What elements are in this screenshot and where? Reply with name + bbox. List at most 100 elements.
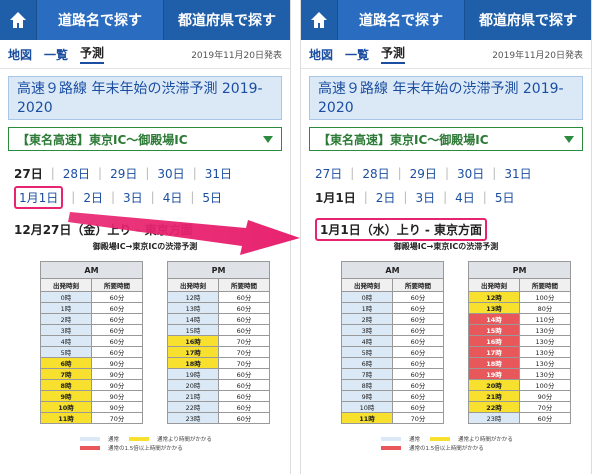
forecast-tables: AM 出発時刻 所要時間 0時 60分 1時 60分 2時 60分 3時 60分 4時 60分 5時 6… — [341, 261, 571, 424]
date-jan1-highlighted[interactable]: 1月1日 — [14, 185, 64, 209]
table-row: 11時 70分 — [40, 412, 143, 424]
depart-hour: 10時 — [40, 401, 92, 413]
dropdown-triangle-icon — [564, 135, 574, 143]
depart-hour: 15時 — [167, 324, 219, 336]
home-icon — [311, 12, 327, 28]
travel-time: 60分 — [392, 401, 444, 413]
home-button[interactable] — [301, 0, 337, 40]
table-row: 7時 60分 — [341, 368, 444, 380]
depart-hour: 21時 — [468, 390, 520, 402]
section-select[interactable]: 【東名高速】東京IC〜御殿場IC — [309, 127, 583, 151]
table-row: 17時 130分 — [468, 346, 571, 358]
table-row: 23時 60分 — [167, 412, 270, 424]
depart-hour: 6時 — [341, 357, 393, 369]
travel-time: 60分 — [91, 291, 143, 303]
travel-time: 90分 — [91, 390, 143, 402]
tab-prefecture[interactable]: 都道府県で探す — [164, 0, 290, 40]
col-depart: 出発時刻 — [341, 278, 393, 292]
subnav-map[interactable]: 地図 — [309, 46, 333, 63]
legend-normal-swatch — [80, 436, 100, 441]
depart-hour: 5時 — [40, 346, 92, 358]
date-29[interactable]: 29日 — [110, 165, 137, 182]
depart-hour: 9時 — [40, 390, 92, 402]
travel-time: 60分 — [218, 324, 270, 336]
date-jan2[interactable]: 2日 — [376, 189, 396, 206]
subnav-list[interactable]: 一覧 — [345, 46, 369, 63]
am-caption: AM — [40, 261, 143, 279]
date-27[interactable]: 27日 — [14, 165, 43, 182]
table-row: 7時 90分 — [40, 368, 143, 380]
depart-hour: 8時 — [341, 379, 393, 391]
subnav-forecast[interactable]: 予測 — [80, 44, 105, 64]
subnav-forecast[interactable]: 予測 — [381, 44, 406, 64]
depart-hour: 20時 — [167, 379, 219, 391]
page-title: 高速９路線 年末年始の渋滞予測 2019-2020 — [8, 76, 282, 120]
date-30[interactable]: 30日 — [457, 165, 484, 182]
depart-hour: 10時 — [341, 401, 393, 413]
travel-time: 90分 — [91, 368, 143, 380]
dropdown-triangle-icon — [263, 135, 273, 143]
date-jan4[interactable]: 4日 — [455, 189, 475, 206]
depart-hour: 14時 — [468, 313, 520, 325]
date-28[interactable]: 28日 — [362, 165, 389, 182]
travel-time: 60分 — [218, 401, 270, 413]
forecast-heading-highlighted: 1月1日（水）上り - 東京方面 — [315, 217, 488, 241]
table-row: 5時 60分 — [341, 346, 444, 358]
travel-time: 70分 — [218, 335, 270, 347]
date-jan5[interactable]: 5日 — [495, 189, 515, 206]
table-row: 5時 60分 — [40, 346, 143, 358]
travel-time: 60分 — [218, 302, 270, 314]
table-row: 12時 60分 — [167, 291, 270, 303]
table-row: 0時 60分 — [40, 291, 143, 303]
date-jan2[interactable]: 2日 — [83, 189, 103, 206]
date-31[interactable]: 31日 — [504, 165, 531, 182]
date-picker: 27日 | 28日 | 29日 | 30日 | 31日 1月1日 | 2日 | 3日 | 4日… — [14, 161, 282, 209]
tab-road-name[interactable]: 道路名で探す — [337, 0, 465, 40]
table-row: 16時 130分 — [468, 335, 571, 347]
table-row: 22時 70分 — [468, 401, 571, 413]
legend: 通常 通常より時間がかかる 通常の1.5倍以上時間がかかる — [381, 434, 591, 452]
date-29[interactable]: 29日 — [410, 165, 437, 182]
pm-table: PM 出発時刻 所要時間 12時 100分 13時 80分 14時 110分 15時 130分 1… — [468, 261, 571, 424]
table-row: 15時 60分 — [167, 324, 270, 336]
date-jan5[interactable]: 5日 — [202, 189, 222, 206]
date-jan4[interactable]: 4日 — [163, 189, 183, 206]
pm-caption: PM — [167, 261, 270, 279]
table-row: 11時 70分 — [341, 412, 444, 424]
section-select-value: 【東名高速】東京IC〜御殿場IC — [318, 132, 489, 147]
table-row: 16時 70分 — [167, 335, 270, 347]
depart-hour: 5時 — [341, 346, 393, 358]
depart-hour: 23時 — [167, 412, 219, 424]
date-31[interactable]: 31日 — [205, 165, 232, 182]
forecast-subheading: 御殿場IC→東京ICの渋滞予測 — [393, 242, 499, 251]
depart-hour: 11時 — [40, 412, 92, 424]
date-30[interactable]: 30日 — [157, 165, 184, 182]
table-row: 1時 60分 — [341, 302, 444, 314]
date-27[interactable]: 27日 — [315, 165, 342, 182]
tab-road-name[interactable]: 道路名で探す — [36, 0, 164, 40]
legend-normal: 通常 — [108, 436, 120, 443]
section-select[interactable]: 【東名高速】東京IC〜御殿場IC — [8, 127, 282, 151]
date-jan1[interactable]: 1月1日 — [315, 189, 356, 206]
depart-hour: 22時 — [167, 401, 219, 413]
travel-time: 70分 — [392, 412, 444, 424]
travel-time: 60分 — [218, 291, 270, 303]
depart-hour: 18時 — [167, 357, 219, 369]
table-row: 9時 60分 — [341, 390, 444, 402]
date-jan3[interactable]: 3日 — [123, 189, 143, 206]
subnav-list[interactable]: 一覧 — [44, 46, 68, 63]
am-table: AM 出発時刻 所要時間 0時 60分 1時 60分 2時 60分 3時 60分 4時 60分 5時 6… — [40, 261, 143, 424]
date-jan3[interactable]: 3日 — [415, 189, 435, 206]
depart-hour: 15時 — [468, 324, 520, 336]
col-time: 所要時間 — [392, 278, 444, 292]
date-28[interactable]: 28日 — [63, 165, 90, 182]
table-row: 8時 60分 — [341, 379, 444, 391]
table-row: 12時 100分 — [468, 291, 571, 303]
table-row: 23時 60分 — [468, 412, 571, 424]
tab-prefecture[interactable]: 都道府県で探す — [465, 0, 591, 40]
home-button[interactable] — [0, 0, 36, 40]
subnav-map[interactable]: 地図 — [8, 46, 32, 63]
depart-hour: 23時 — [468, 412, 520, 424]
travel-time: 60分 — [218, 368, 270, 380]
travel-time: 60分 — [392, 346, 444, 358]
